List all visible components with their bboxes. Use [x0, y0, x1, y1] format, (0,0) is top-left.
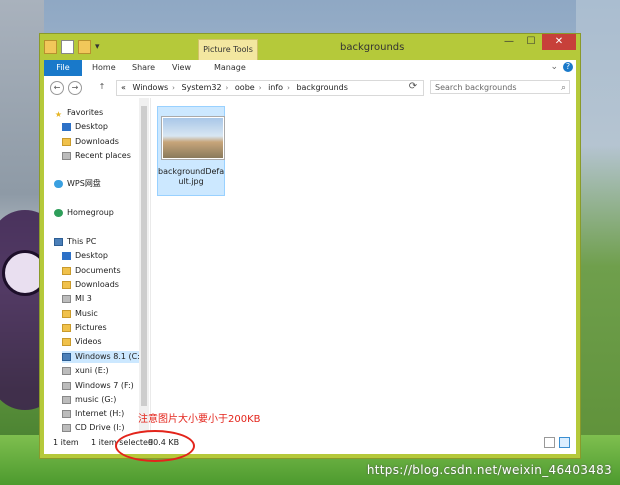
ribbon-tab-bar: File Home Share View Manage ⌄ ?: [44, 60, 576, 77]
phone-icon: [62, 294, 71, 303]
file-list: backgroundDefa ult.jpg: [152, 98, 576, 432]
up-button[interactable]: ↑: [96, 81, 108, 93]
title-bar[interactable]: ▾ Picture Tools backgrounds — ☐ ✕: [40, 34, 580, 61]
back-button[interactable]: ←: [50, 81, 64, 95]
music-icon: [62, 309, 71, 318]
pictures-icon: [62, 323, 71, 332]
close-button[interactable]: ✕: [542, 34, 576, 50]
nav-pc-music[interactable]: Music: [62, 308, 98, 320]
breadcrumb-oobe[interactable]: oobe: [235, 83, 255, 92]
tab-home[interactable]: Home: [92, 60, 116, 76]
downloads-icon: [62, 280, 71, 289]
nav-scrollbar[interactable]: [139, 98, 149, 432]
main-area: ★ Favorites Desktop Downloads Recent plac…: [44, 98, 576, 432]
wallpaper-right: [576, 0, 620, 485]
properties-icon[interactable]: [61, 40, 74, 54]
nav-pc-mi3[interactable]: MI 3: [62, 293, 92, 305]
breadcrumb-info[interactable]: info: [268, 83, 283, 92]
downloads-icon: [62, 137, 71, 146]
nav-drive-f[interactable]: Windows 7 (F:): [62, 380, 134, 392]
tab-view[interactable]: View: [172, 60, 191, 76]
navigation-pane: ★ Favorites Desktop Downloads Recent plac…: [44, 98, 151, 432]
nav-pc-downloads[interactable]: Downloads: [62, 279, 119, 291]
picture-tools-context-tab[interactable]: Picture Tools: [198, 39, 258, 61]
breadcrumb-backgrounds[interactable]: backgrounds: [296, 83, 347, 92]
nav-pc-documents[interactable]: Documents: [62, 265, 121, 277]
tab-manage[interactable]: Manage: [214, 60, 246, 76]
drive-icon: [62, 366, 71, 375]
nav-pc-desktop[interactable]: Desktop: [62, 250, 108, 262]
large-icons-view-button[interactable]: [559, 437, 570, 448]
homegroup-icon: [54, 208, 63, 217]
breadcrumb-windows[interactable]: Windows: [132, 83, 168, 92]
view-switcher: [544, 437, 570, 448]
tab-share[interactable]: Share: [132, 60, 155, 76]
nav-drive-i[interactable]: CD Drive (I:): [62, 422, 124, 432]
refresh-button[interactable]: ⟳: [406, 80, 420, 94]
expand-ribbon-icon[interactable]: ⌄: [550, 62, 558, 72]
desktop-icon: [62, 122, 71, 131]
nav-drive-e[interactable]: xuni (E:): [62, 365, 109, 377]
customize-quick-access-icon[interactable]: ▾: [95, 42, 102, 52]
address-bar-row: ← → ↑ « Windows › System32 › oobe › info › b…: [44, 76, 576, 98]
nav-fav-downloads[interactable]: Downloads: [62, 136, 119, 148]
search-placeholder: Search backgrounds: [435, 83, 517, 92]
annotation-text: 注意图片大小要小于200KB: [138, 414, 261, 425]
nav-scrollbar-thumb[interactable]: [141, 106, 147, 406]
nav-pc-pictures[interactable]: Pictures: [62, 322, 107, 334]
drive-icon: [62, 409, 71, 418]
documents-icon: [62, 266, 71, 275]
breadcrumb-overflow[interactable]: «: [121, 83, 126, 92]
tab-file[interactable]: File: [44, 60, 82, 76]
quick-access-toolbar: ▾: [44, 40, 102, 54]
new-folder-icon[interactable]: [78, 40, 91, 54]
explorer-window: ▾ Picture Tools backgrounds — ☐ ✕ File H…: [40, 34, 580, 462]
search-input[interactable]: Search backgrounds ⌕: [430, 80, 570, 94]
annotation-circle: [115, 430, 195, 462]
nav-homegroup[interactable]: Homegroup: [54, 207, 114, 219]
nav-pc-videos[interactable]: Videos: [62, 336, 102, 348]
breadcrumb[interactable]: « Windows › System32 › oobe › info › backgro…: [116, 80, 424, 96]
forward-button[interactable]: →: [68, 81, 82, 95]
nav-drive-g[interactable]: music (G:): [62, 394, 116, 406]
recent-places-icon: [62, 151, 71, 160]
nav-wps[interactable]: WPS网盘: [54, 178, 101, 190]
computer-icon: [54, 237, 63, 246]
nav-fav-recent[interactable]: Recent places: [62, 150, 131, 162]
desktop-icon: [62, 251, 71, 260]
window-controls: — ☐ ✕: [498, 34, 576, 50]
breadcrumb-system32[interactable]: System32: [182, 83, 222, 92]
file-name: backgroundDefa ult.jpg: [158, 167, 225, 186]
nav-favorites[interactable]: ★ Favorites: [54, 107, 103, 119]
cd-drive-icon: [62, 423, 71, 432]
folder-icon: [44, 40, 57, 54]
nav-fav-desktop[interactable]: Desktop: [62, 121, 108, 133]
window-title: backgrounds: [340, 42, 405, 53]
videos-icon: [62, 337, 71, 346]
star-icon: ★: [54, 109, 63, 119]
image-thumbnail: [162, 117, 224, 159]
details-view-button[interactable]: [544, 437, 555, 448]
file-item[interactable]: backgroundDefa ult.jpg: [157, 106, 225, 196]
maximize-button[interactable]: ☐: [520, 34, 542, 50]
drive-icon: [62, 395, 71, 404]
item-count: 1 item: [53, 438, 79, 447]
drive-icon: [62, 381, 71, 390]
help-icon[interactable]: ?: [563, 62, 573, 72]
minimize-button[interactable]: —: [498, 34, 520, 50]
nav-drive-h[interactable]: Internet (H:): [62, 408, 124, 420]
windows-drive-icon: [62, 352, 71, 361]
search-icon: ⌕: [560, 83, 566, 93]
cloud-icon: [54, 179, 63, 188]
watermark-text: https://blog.csdn.net/weixin_46403483: [366, 463, 612, 477]
nav-drive-c[interactable]: Windows 8.1 (C:: [62, 351, 142, 363]
nav-this-pc[interactable]: This PC: [54, 236, 96, 248]
